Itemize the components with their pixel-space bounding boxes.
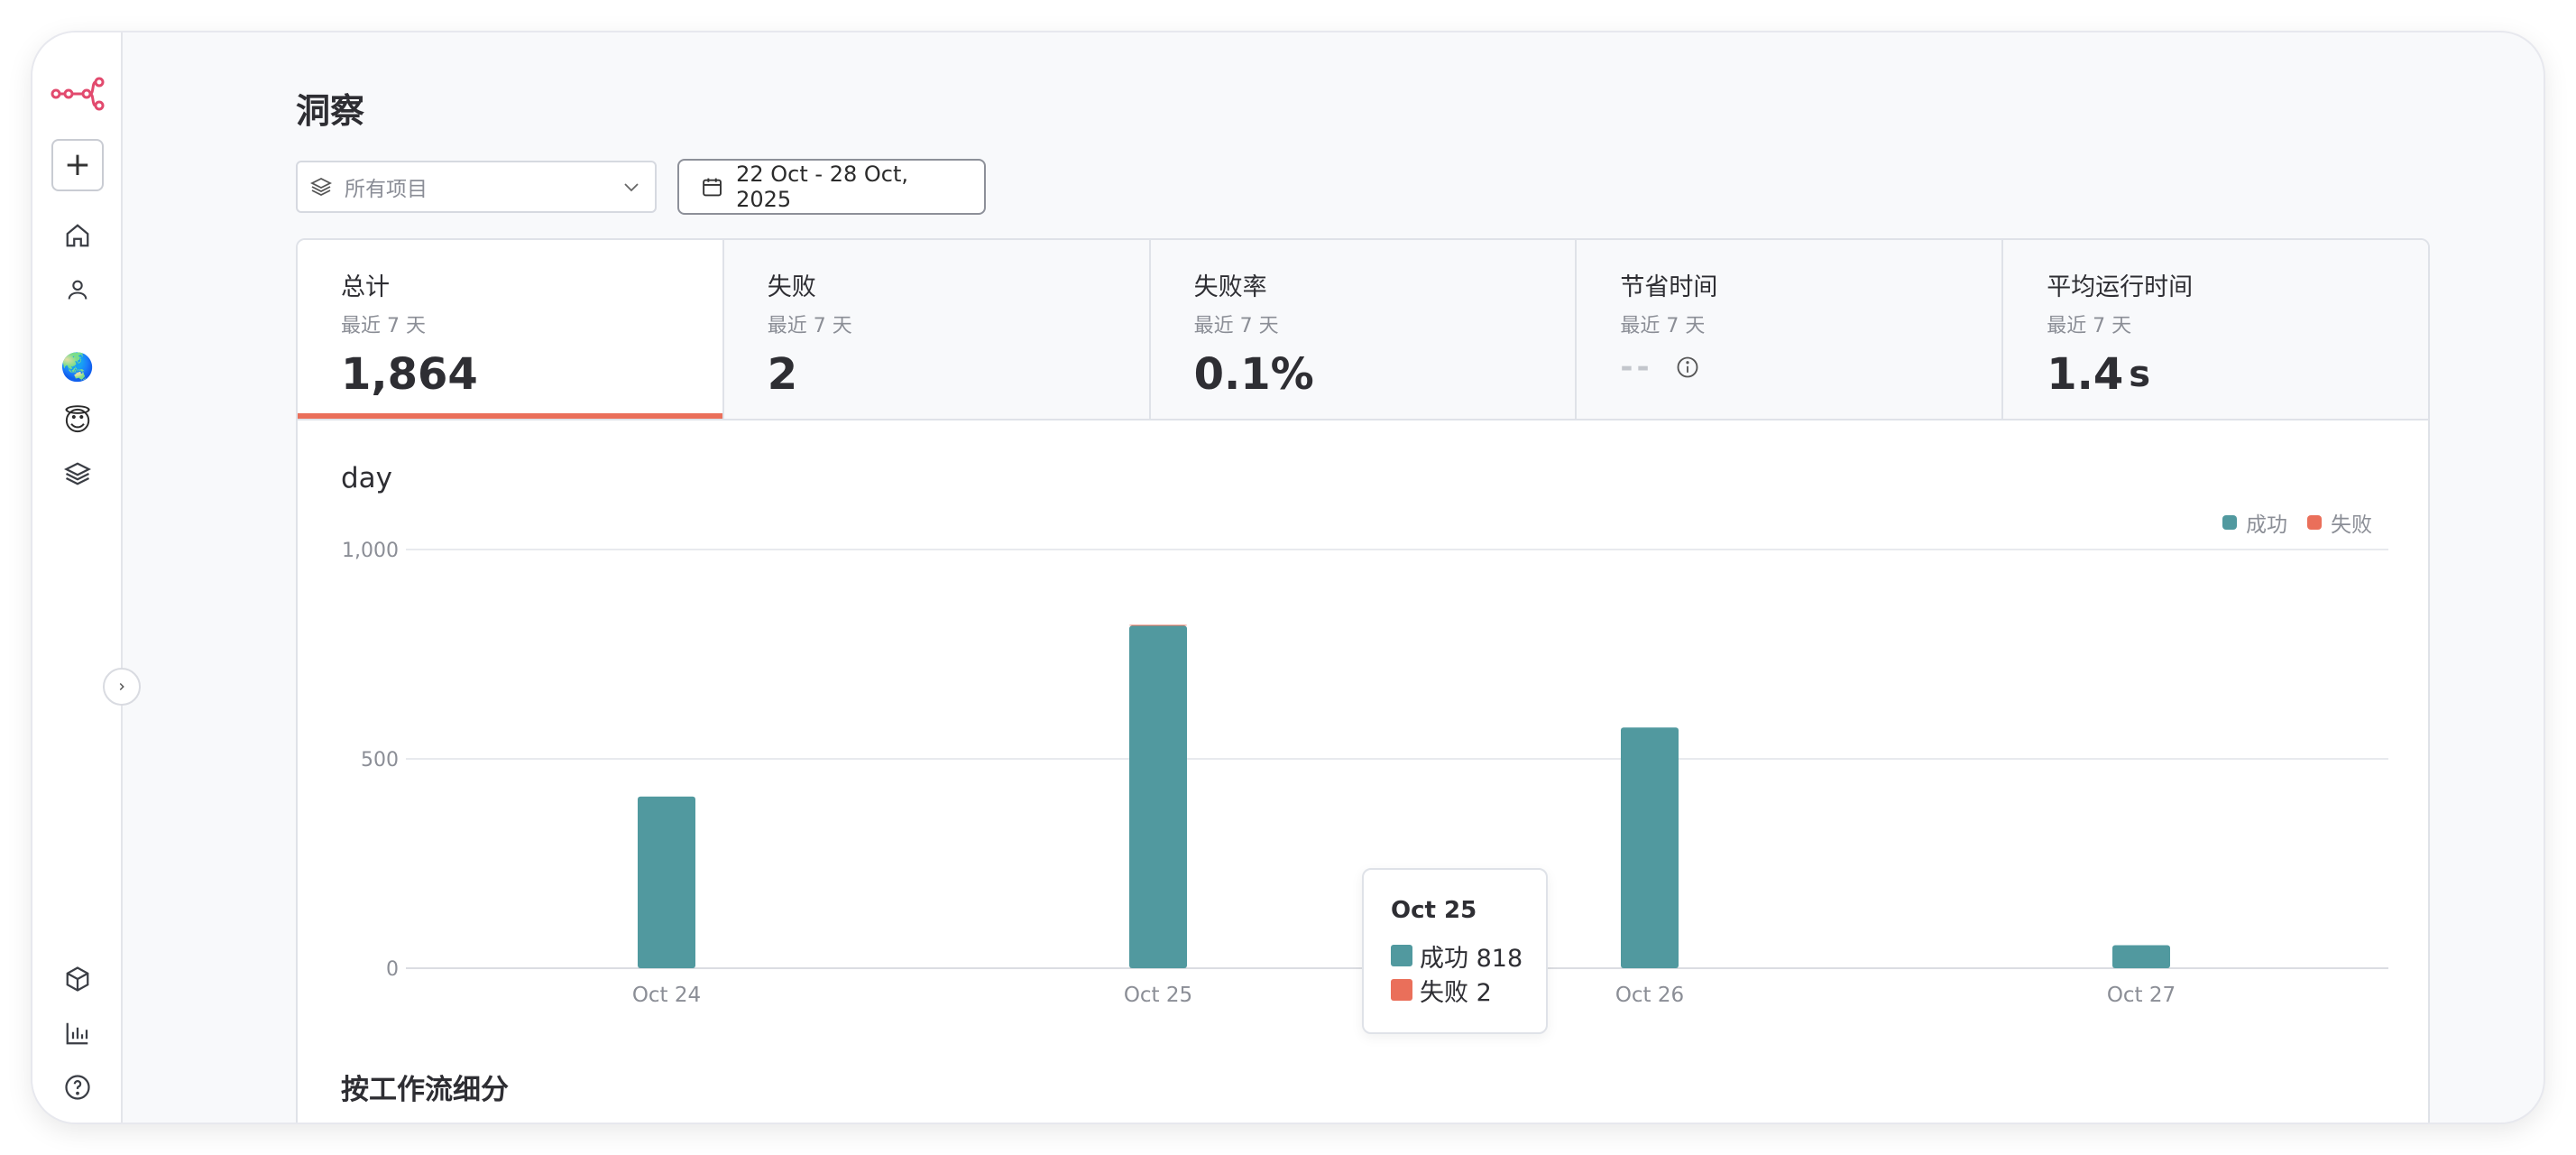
tooltip-row-success: 成功 818 [1391,938,1546,973]
tooltip-swatch [1391,945,1412,966]
app-window: + 🌏 😇 洞察 所有项目 22 Oct - 28 Oct, 2025 总计 最… [32,32,2544,1123]
tooltip-row-failure: 失败 2 [1391,973,1546,1007]
chevron-down-icon [624,183,639,192]
logo-icon[interactable] [51,76,105,112]
layers-icon[interactable] [64,460,91,487]
main-content: 洞察 所有项目 22 Oct - 28 Oct, 2025 总计 最近 7 天 … [123,32,2544,1123]
bar-chart-icon[interactable] [64,1020,91,1047]
sidebar: + 🌏 😇 [32,32,123,1123]
tooltip-date: Oct 25 [1391,897,1477,924]
package-icon[interactable] [64,966,91,993]
add-button[interactable]: + [51,139,104,191]
tooltip-value: 失败 2 [1420,978,1492,1007]
bar-success[interactable] [1129,625,1187,968]
globe-icon[interactable]: 🌏 [60,352,94,383]
x-tick-label: Oct 24 [632,984,701,1007]
insights-card: 总计 最近 7 天 1,864 失败 最近 7 天 2 失败率 最近 7 天 0… [296,238,2430,1123]
tooltip-value: 成功 818 [1420,944,1523,973]
bar-failure[interactable] [1129,624,1187,626]
smiley-icon[interactable]: 😇 [63,406,91,438]
chevron-right-icon [119,682,124,691]
expand-sidebar-button[interactable] [103,668,141,706]
tooltip-swatch [1391,979,1412,1001]
user-icon[interactable] [65,276,90,303]
date-range-button[interactable]: 22 Oct - 28 Oct, 2025 [677,159,986,215]
y-tick-label: 0 [386,958,399,981]
layers-icon [310,177,332,197]
bar-success[interactable] [1621,727,1679,968]
bar-success[interactable] [638,796,695,968]
project-select[interactable]: 所有项目 [296,161,657,213]
page-title: 洞察 [296,91,365,131]
home-icon[interactable] [64,222,91,249]
chart-tooltip: Oct 25 成功 818 失败 2 [1362,868,1548,1034]
help-icon[interactable] [64,1074,91,1101]
date-range-label: 22 Oct - 28 Oct, 2025 [736,162,908,212]
y-tick-label: 500 [361,749,399,772]
x-tick-label: Oct 25 [1124,984,1192,1007]
breakdown-title: 按工作流细分 [341,1074,509,1106]
y-tick-label: 1,000 [342,540,399,562]
x-tick-label: Oct 27 [2107,984,2176,1007]
calendar-icon [703,178,722,197]
bar-success[interactable] [2112,945,2170,968]
project-select-placeholder: 所有项目 [345,178,428,201]
x-tick-label: Oct 26 [1615,984,1684,1007]
